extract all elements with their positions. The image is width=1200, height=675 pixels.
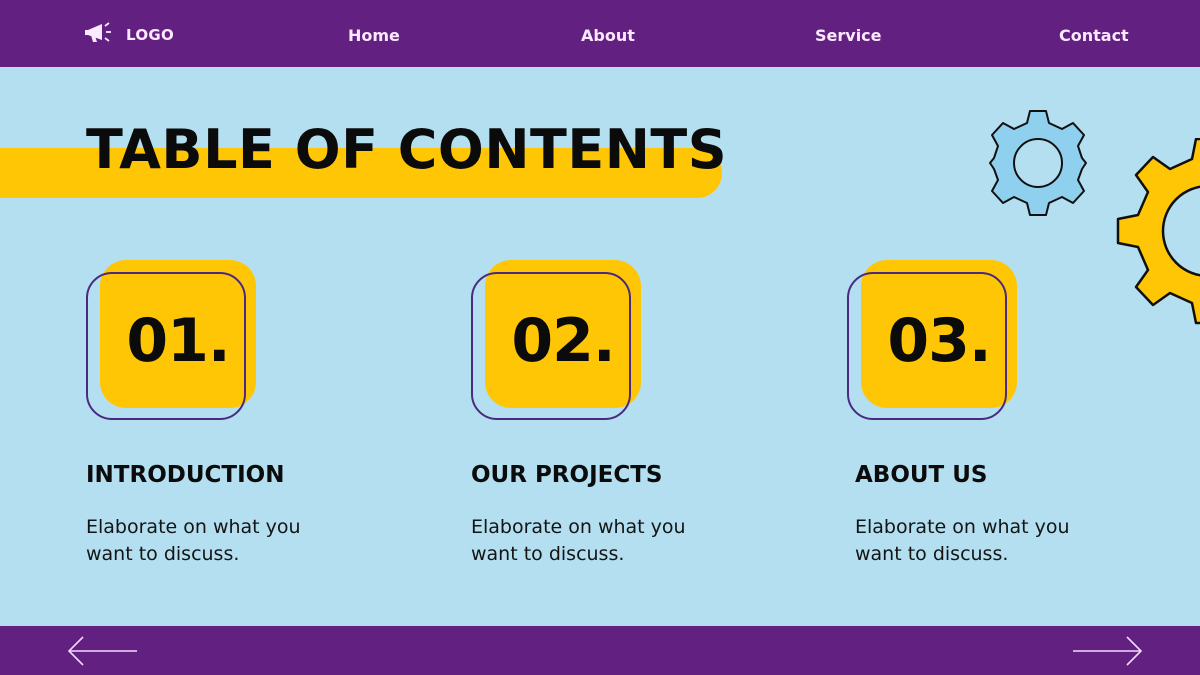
gear-icon (985, 108, 1095, 224)
arrow-right-icon[interactable] (1070, 634, 1144, 672)
section-number: 03. (887, 306, 991, 376)
logo-label: LOGO (126, 26, 175, 44)
nav-contact[interactable]: Contact (1059, 26, 1129, 45)
section-number: 02. (511, 306, 615, 376)
section-number-badge: 02. (471, 258, 651, 428)
nav-service[interactable]: Service (815, 26, 882, 45)
nav-about[interactable]: About (581, 26, 635, 45)
section-number-badge: 03. (847, 258, 1027, 428)
toc-section-our-projects[interactable]: 02. OUR PROJECTS Elaborate on what you w… (471, 258, 791, 565)
section-heading: OUR PROJECTS (471, 462, 663, 488)
megaphone-icon (84, 20, 120, 50)
section-description: Elaborate on what you want to discuss. (855, 516, 1070, 565)
section-number: 01. (126, 306, 230, 376)
top-nav-bar: LOGO Home About Service Contact (0, 0, 1200, 67)
section-description: Elaborate on what you want to discuss. (471, 516, 686, 565)
section-number-badge: 01. (86, 258, 266, 428)
arrow-left-icon[interactable] (66, 634, 140, 672)
section-heading: INTRODUCTION (86, 462, 285, 488)
logo[interactable]: LOGO (84, 22, 174, 48)
page-title: TABLE OF CONTENTS (86, 118, 728, 181)
section-description: Elaborate on what you want to discuss. (86, 516, 301, 565)
bottom-bar (0, 626, 1200, 675)
nav-home[interactable]: Home (348, 26, 400, 45)
toc-section-about-us[interactable]: 03. ABOUT US Elaborate on what you want … (847, 258, 1167, 565)
section-heading: ABOUT US (855, 462, 988, 488)
toc-section-introduction[interactable]: 01. INTRODUCTION Elaborate on what you w… (86, 258, 406, 565)
